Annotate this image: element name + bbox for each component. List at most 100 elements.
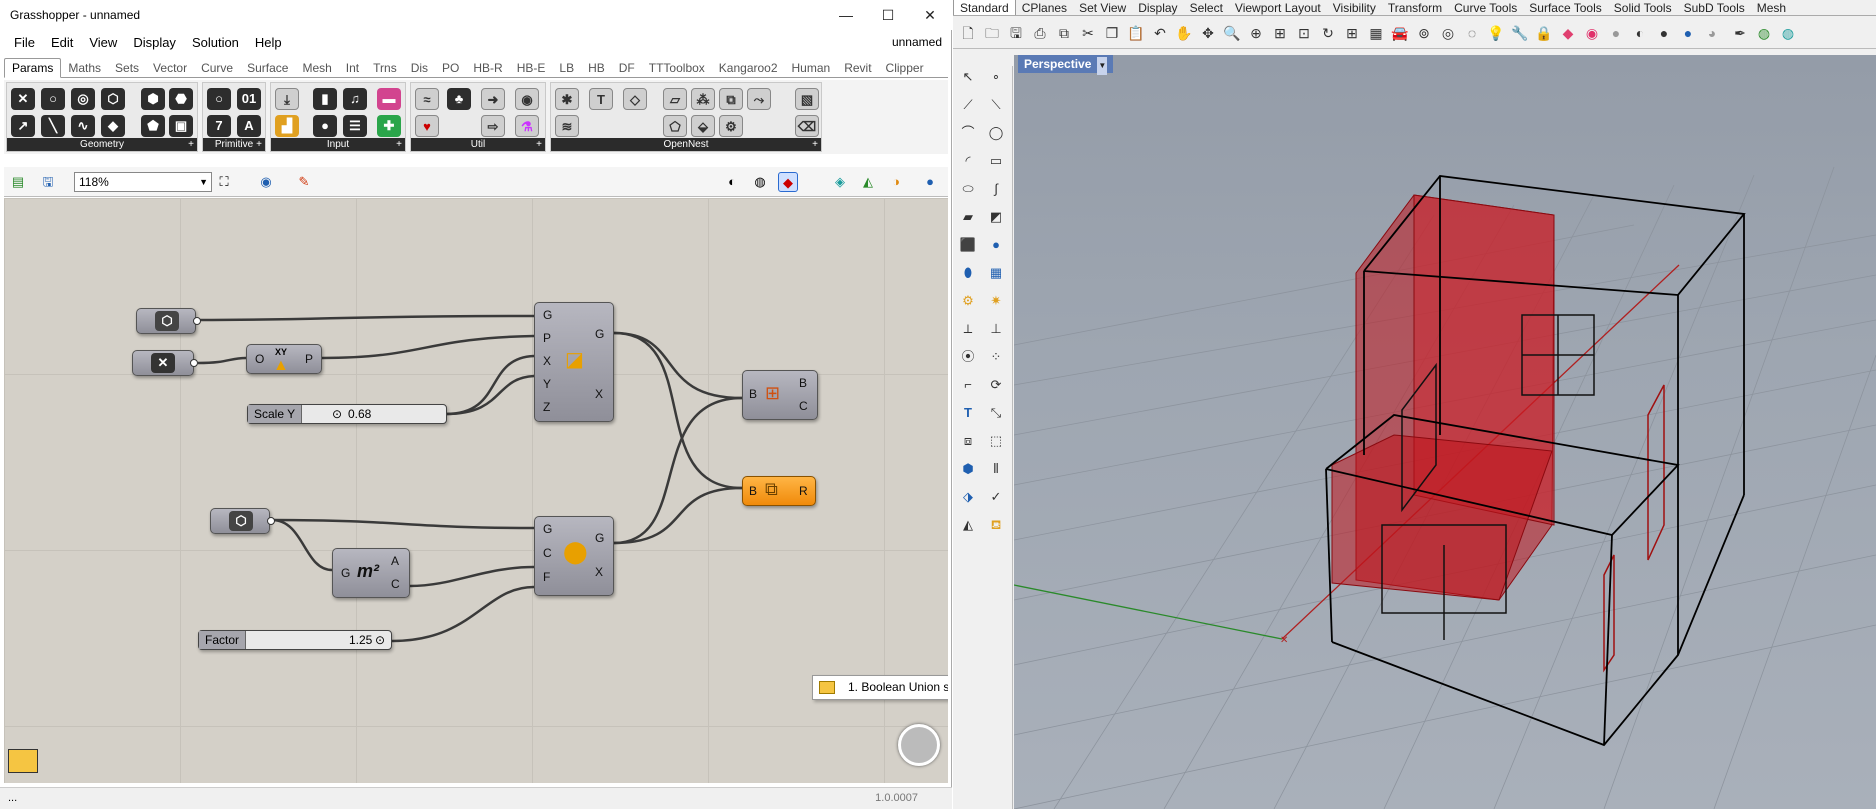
rhino-tab-display[interactable]: Display (1132, 0, 1183, 15)
save-file-icon[interactable]: 🖫 (38, 172, 58, 192)
text-param-icon[interactable]: A (237, 115, 261, 137)
boolean-split-node[interactable]: B ⊞ B C (742, 370, 818, 420)
pen-icon[interactable]: ✒ (1729, 22, 1751, 44)
tab-tttoolbox[interactable]: TTToolbox (642, 59, 712, 77)
boolean-icon[interactable]: ⦿ (957, 346, 979, 368)
open-file-icon[interactable]: ▤ (8, 172, 28, 192)
render-icon[interactable]: ◕ (1701, 22, 1723, 44)
geometry-param-node[interactable]: ⬡ (136, 308, 201, 334)
boolean-param-icon[interactable]: ○ (207, 88, 231, 110)
point-osnap-icon[interactable]: ⊚ (1413, 22, 1435, 44)
tab-mesh[interactable]: Mesh (295, 59, 338, 77)
dimension-icon[interactable]: ⤡ (985, 402, 1007, 424)
rotate-view-icon[interactable]: ↻ (1317, 22, 1339, 44)
transform-icon[interactable]: ⬚ (985, 430, 1007, 452)
rectangles-icon[interactable]: ▱ (663, 88, 687, 110)
trim-icon[interactable]: ⟂ (957, 318, 979, 340)
tab-lb[interactable]: LB (552, 59, 581, 77)
tab-maths[interactable]: Maths (61, 59, 108, 77)
circle-icon[interactable]: ◯ (985, 122, 1007, 144)
maximize-button[interactable]: ☐ (873, 4, 903, 26)
ellipse-icon[interactable]: ⬭ (957, 178, 979, 200)
output-grip[interactable] (267, 517, 275, 525)
rhino-tab-solid-tools[interactable]: Solid Tools (1608, 0, 1678, 15)
four-view-icon[interactable]: ⊞ (1341, 22, 1363, 44)
rhino-tab-visibility[interactable]: Visibility (1327, 0, 1382, 15)
solver-icon[interactable]: ◑ (886, 172, 906, 192)
arc-icon[interactable]: ◜ (957, 150, 979, 172)
rhino-tab-subd-tools[interactable]: SubD Tools (1678, 0, 1751, 15)
named-view-icon[interactable]: ▦ (1365, 22, 1387, 44)
drape-icon[interactable]: ◭ (957, 514, 979, 536)
rhino-tab-surface-tools[interactable]: Surface Tools (1523, 0, 1608, 15)
circle-param-icon[interactable]: ○ (41, 88, 65, 110)
navigation-wheel-icon[interactable] (898, 724, 940, 766)
block-icon[interactable]: ⬢ (957, 458, 979, 480)
polyline-icon[interactable]: ⟋ (957, 94, 979, 116)
brep-param-icon[interactable]: ⬢ (141, 88, 165, 110)
tab-vector[interactable]: Vector (146, 59, 194, 77)
rhino-tab-transform[interactable]: Transform (1382, 0, 1448, 15)
zoom-selected-icon[interactable]: ⊡ (1293, 22, 1315, 44)
text-icon[interactable]: T (957, 402, 979, 424)
union-widget-icon[interactable] (8, 749, 38, 773)
orient-icon[interactable]: ⤳ (747, 88, 771, 110)
geometry-param-icon[interactable]: ⬟ (141, 115, 165, 137)
rhino-tab-standard[interactable]: Standard (953, 0, 1016, 15)
sketch-icon[interactable]: ✎ (294, 172, 314, 192)
area-node[interactable]: G m² A C (332, 548, 410, 598)
tab-trns[interactable]: Trns (366, 59, 404, 77)
plugin-icon[interactable]: ◍ (1777, 22, 1799, 44)
paint-bucket-icon[interactable]: ⛾ (985, 514, 1007, 536)
tab-po[interactable]: PO (435, 59, 466, 77)
select-icon[interactable]: ◎ (1437, 22, 1459, 44)
point-icon[interactable]: ∘ (985, 66, 1007, 88)
unit-vector-node[interactable]: O XY ▲ P (246, 344, 322, 374)
text-icon[interactable]: T (589, 88, 613, 110)
point-param-icon[interactable]: ✕ (11, 88, 35, 110)
output-grip[interactable] (193, 317, 201, 325)
wireframe-sphere-icon[interactable]: ◐ (1629, 22, 1651, 44)
panel-icon[interactable]: ▮ (313, 88, 337, 110)
menu-help[interactable]: Help (247, 33, 290, 53)
preview-selected-icon[interactable]: ◆ (778, 172, 798, 192)
output-grip[interactable] (190, 359, 198, 367)
menu-file[interactable]: File (6, 33, 43, 53)
flask-icon[interactable]: ⚗ (515, 115, 539, 137)
layout-icon[interactable]: ⬗ (957, 486, 979, 508)
slider-knob-icon[interactable]: ⊙ (332, 405, 342, 423)
jump-icon[interactable]: ➜ (481, 88, 505, 110)
mesh-quality-icon[interactable]: ◭ (858, 172, 878, 192)
factor-slider[interactable]: Factor 1.25 ⊙ (198, 630, 392, 650)
gh-canvas[interactable]: ⬡ ✕ O XY ▲ P Scale Y ⊙ 0.68 G P X Y Z ◪ … (4, 198, 948, 783)
preview-wire-icon[interactable]: ◐ (722, 172, 742, 192)
layer-icon[interactable]: ◆ (1557, 22, 1579, 44)
hide-icon[interactable]: ◌ (1461, 22, 1483, 44)
split-icon[interactable]: ⊥ (985, 318, 1007, 340)
undo-icon[interactable]: ↶ (1149, 22, 1171, 44)
offset-icon[interactable]: ⟳ (985, 374, 1007, 396)
box-icon[interactable]: ⬛ (957, 234, 979, 256)
rendered-sphere-icon[interactable]: ● (1677, 22, 1699, 44)
close-button[interactable]: ✕ (915, 4, 945, 26)
new-file-icon[interactable]: 🗋 (957, 22, 979, 44)
tab-revit[interactable]: Revit (837, 59, 878, 77)
tab-sets[interactable]: Sets (108, 59, 146, 77)
cylinder-icon[interactable]: ⬮ (957, 262, 979, 284)
tree-icon[interactable]: ♣ (447, 88, 471, 110)
arc-param-icon[interactable]: ◎ (71, 88, 95, 110)
geometry-param-node-2[interactable]: ⬡ (210, 508, 275, 534)
fillet-icon[interactable]: ⌐ (957, 374, 979, 396)
open-folder-icon[interactable]: 🗀 (981, 22, 1003, 44)
render-settings-icon[interactable]: ● (920, 172, 940, 192)
zoom-dropdown[interactable]: 118% ▼ (74, 172, 212, 192)
file-path-icon[interactable]: ⤓ (275, 88, 299, 110)
slider-knob-icon[interactable]: ⊙ (375, 631, 385, 649)
opennest-solver-icon[interactable]: ✱ (555, 88, 579, 110)
import-icon[interactable]: ⧉ (1053, 22, 1075, 44)
cut-icon[interactable]: ▧ (795, 88, 819, 110)
sphere-icon[interactable]: ● (985, 234, 1007, 256)
tab-clipper[interactable]: Clipper (879, 59, 931, 77)
cut-icon[interactable]: ✂ (1077, 22, 1099, 44)
explode-icon[interactable]: ✷ (985, 290, 1007, 312)
